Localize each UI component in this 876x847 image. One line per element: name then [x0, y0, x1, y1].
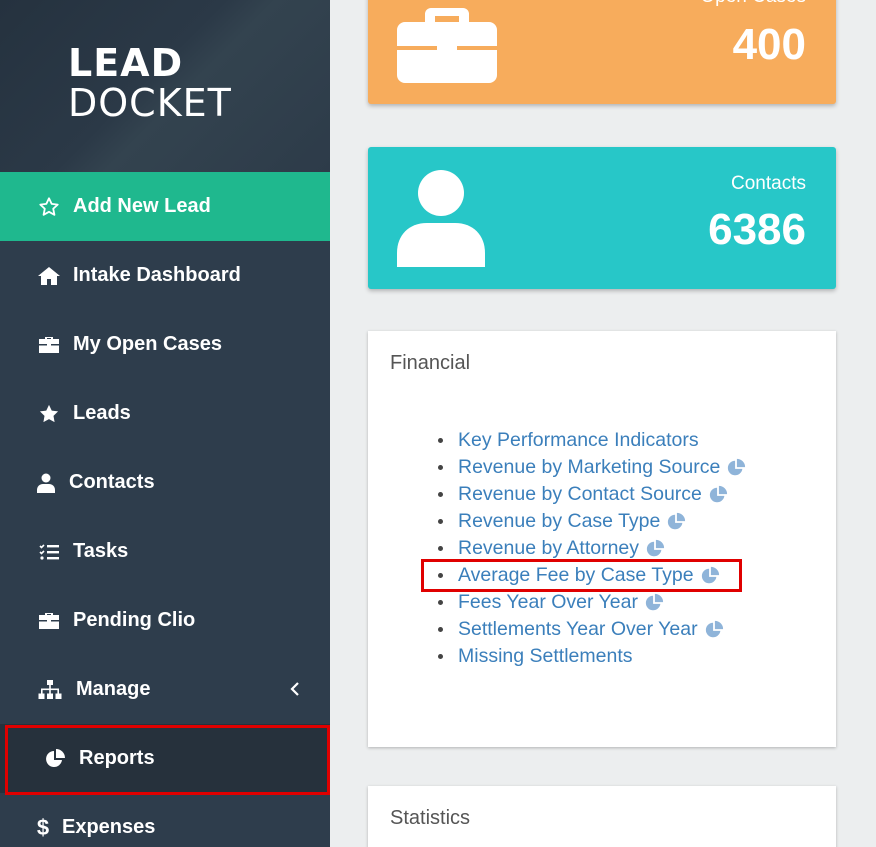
report-link-label[interactable]: Settlements Year Over Year: [458, 618, 698, 641]
sidebar-item-pending-clio[interactable]: Pending Clio: [0, 586, 330, 655]
report-link-revenue-by-case-type[interactable]: Revenue by Case Type: [437, 508, 747, 535]
sidebar-item-expenses[interactable]: $ Expenses: [0, 793, 330, 847]
contacts-label: Contacts: [731, 173, 806, 194]
financial-report-list: Key Performance Indicators Revenue by Ma…: [437, 427, 747, 670]
pie-chart-icon: [707, 485, 729, 505]
star-outline-icon: [36, 196, 62, 218]
pie-chart-icon: [703, 620, 725, 640]
chevron-left-icon: [290, 679, 300, 702]
sidebar-item-contacts[interactable]: Contacts: [0, 448, 330, 517]
financial-panel: Financial Key Performance Indicators Rev…: [368, 331, 836, 747]
pie-chart-icon: [644, 539, 666, 559]
open-cases-card[interactable]: Open Cases 400: [368, 0, 836, 104]
pie-chart-icon: [643, 593, 665, 613]
sidebar-item-label: Manage: [76, 678, 151, 700]
sidebar-item-label: Add New Lead: [73, 195, 211, 217]
briefcase-icon: [36, 612, 62, 630]
pie-chart-icon: [725, 458, 747, 478]
open-cases-label: Open Cases: [700, 0, 806, 8]
report-link-revenue-by-contact-source[interactable]: Revenue by Contact Source: [437, 481, 747, 508]
sidebar-item-label: My Open Cases: [73, 333, 222, 355]
sidebar-item-leads[interactable]: Leads: [0, 379, 330, 448]
panel-title: Statistics: [390, 807, 471, 829]
report-link-label[interactable]: Revenue by Attorney: [458, 537, 639, 560]
briefcase-icon: [397, 8, 497, 88]
lead-docket-logo[interactable]: LEAD DOCKET: [68, 44, 232, 124]
tasks-list-icon: [36, 543, 62, 561]
report-link-label[interactable]: Revenue by Marketing Source: [458, 456, 720, 479]
sidebar-item-add-new-lead[interactable]: Add New Lead: [0, 172, 330, 241]
sitemap-icon: [36, 679, 64, 700]
report-link-label[interactable]: Fees Year Over Year: [458, 591, 638, 614]
sidebar-item-label: Expenses: [62, 816, 156, 838]
sidebar-item-label: Leads: [73, 402, 131, 424]
sidebar-item-label: Intake Dashboard: [73, 264, 241, 286]
home-icon: [36, 266, 62, 286]
report-link-revenue-by-attorney[interactable]: Revenue by Attorney: [437, 535, 747, 562]
sidebar-item-label: Pending Clio: [73, 609, 196, 631]
dollar-icon: $: [36, 814, 50, 840]
sidebar-item-label: Tasks: [73, 540, 129, 562]
report-link-revenue-by-marketing-source[interactable]: Revenue by Marketing Source: [437, 454, 747, 481]
report-link-settlements-year-over-year[interactable]: Settlements Year Over Year: [437, 616, 747, 643]
pie-chart-icon: [665, 512, 687, 532]
contacts-value: 6386: [708, 205, 806, 254]
logo-line-1: LEAD: [68, 41, 184, 85]
user-icon: [397, 169, 485, 272]
panel-title: Financial: [390, 352, 471, 374]
statistics-panel: Statistics: [368, 786, 836, 847]
report-link-label[interactable]: Missing Settlements: [458, 645, 632, 668]
sidebar-item-tasks[interactable]: Tasks: [0, 517, 330, 586]
user-icon: [36, 473, 56, 493]
sidebar-item-manage[interactable]: Manage: [0, 655, 330, 724]
sidebar: LEAD DOCKET Add New Lead Intake Dashboar…: [0, 0, 330, 847]
reports-highlight-box: [5, 725, 330, 795]
open-cases-value: 400: [732, 20, 806, 69]
briefcase-icon: [36, 336, 62, 354]
report-link-fees-year-over-year[interactable]: Fees Year Over Year: [437, 589, 747, 616]
contacts-card[interactable]: Contacts 6386: [368, 147, 836, 289]
logo-area: LEAD DOCKET: [0, 0, 330, 172]
report-link-label[interactable]: Key Performance Indicators: [458, 429, 699, 452]
report-link-label[interactable]: Revenue by Contact Source: [458, 483, 702, 506]
sidebar-item-label: Contacts: [69, 471, 155, 493]
logo-line-2: DOCKET: [68, 81, 232, 125]
sidebar-item-intake-dashboard[interactable]: Intake Dashboard: [0, 241, 330, 310]
report-link-key-performance-indicators[interactable]: Key Performance Indicators: [437, 427, 747, 454]
report-link-label[interactable]: Revenue by Case Type: [458, 510, 660, 533]
average-fee-highlight-box: [421, 559, 742, 592]
report-link-missing-settlements[interactable]: Missing Settlements: [437, 643, 747, 670]
sidebar-item-my-open-cases[interactable]: My Open Cases: [0, 310, 330, 379]
star-icon: [36, 403, 62, 425]
